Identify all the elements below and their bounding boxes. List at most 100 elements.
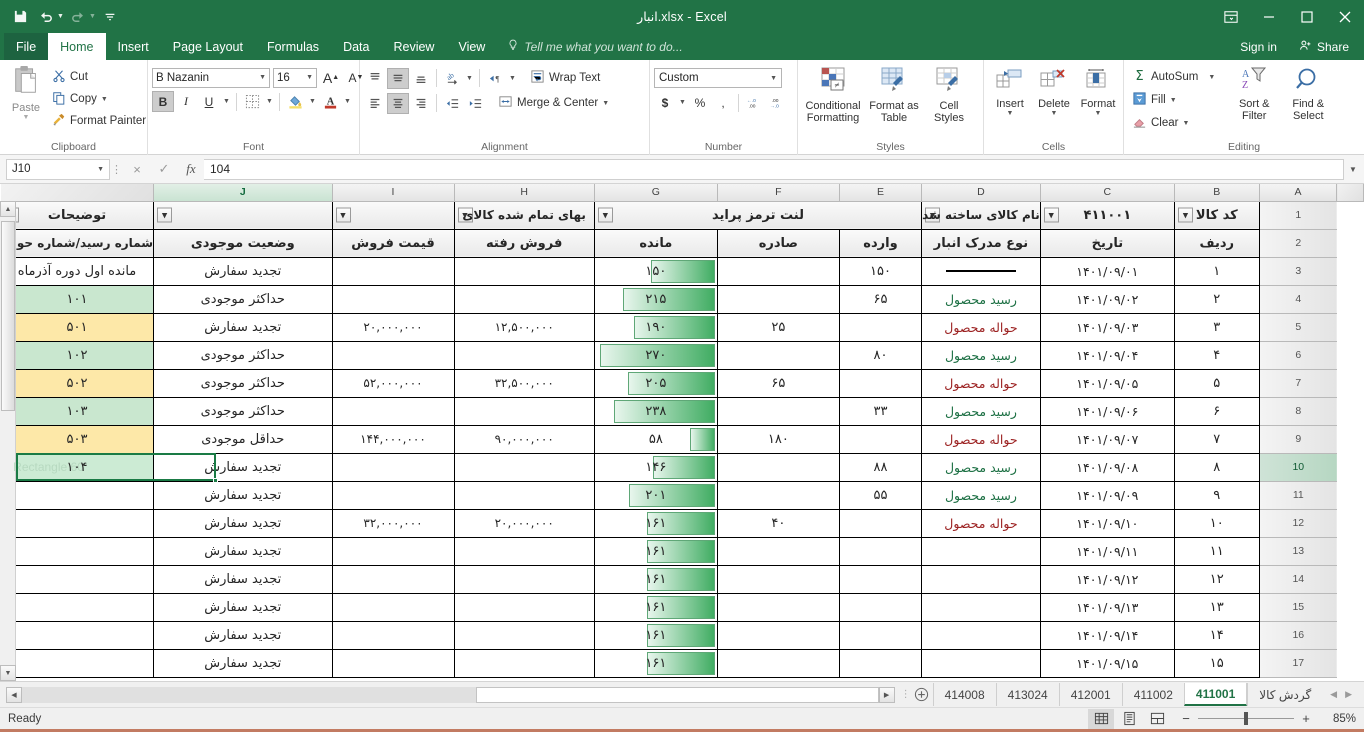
cell-E7[interactable]: ۶۵ bbox=[717, 369, 839, 397]
autosum-dropdown-icon[interactable]: ▼ bbox=[1208, 74, 1215, 81]
table-row[interactable]: تجدید سفارش۱۶۱۱۴۰۱/۰۹/۱۴۱۴16 bbox=[1, 621, 1364, 649]
cell-D17[interactable] bbox=[839, 649, 921, 677]
cell-E10[interactable] bbox=[717, 453, 839, 481]
cell-B3[interactable]: ۱۴۰۱/۰۹/۰۱ bbox=[1040, 257, 1174, 285]
cell-A8[interactable]: ۶ bbox=[1174, 397, 1259, 425]
cell-G5[interactable]: ۱۲,۵۰۰,۰۰۰ bbox=[454, 313, 594, 341]
column-header-J[interactable]: J bbox=[154, 184, 332, 201]
cell-A7[interactable]: ۵ bbox=[1174, 369, 1259, 397]
cell-D10[interactable]: ۸۸ bbox=[839, 453, 921, 481]
text-direction-dropdown-icon[interactable]: ▼ bbox=[507, 68, 518, 89]
cell-J9[interactable]: ۵۰۳ bbox=[1, 425, 154, 453]
cell-C10[interactable]: رسید محصول bbox=[922, 453, 1041, 481]
table-row[interactable]: تجدید سفارش۲۰۱۵۵رسید محصول۱۴۰۱/۰۹/۰۹۹11 bbox=[1, 481, 1364, 509]
cell-G9[interactable]: ۹۰,۰۰۰,۰۰۰ bbox=[454, 425, 594, 453]
cell-J2[interactable]: شماره رسید/شماره حواله bbox=[1, 229, 154, 257]
cell-H11[interactable] bbox=[332, 481, 454, 509]
cell-C9[interactable]: حواله محصول bbox=[922, 425, 1041, 453]
cell-D16[interactable] bbox=[839, 621, 921, 649]
cell-I8[interactable]: حداکثر موجودی bbox=[154, 397, 332, 425]
tab-formulas[interactable]: Formulas bbox=[255, 33, 331, 60]
cell-G1[interactable]: ▼ بهای تمام شده کالای bbox=[454, 201, 594, 229]
cell-A14[interactable]: ۱۲ bbox=[1174, 565, 1259, 593]
cell-B9[interactable]: ۱۴۰۱/۰۹/۰۷ bbox=[1040, 425, 1174, 453]
paste-dropdown-icon[interactable]: ▼ bbox=[23, 114, 30, 121]
cell-B1[interactable]: ▼ ۴۱۱۰۰۱ bbox=[1040, 201, 1174, 229]
cell-J14[interactable] bbox=[1, 565, 154, 593]
table-row[interactable]: ۵۰۱تجدید سفارش۲۰,۰۰۰,۰۰۰۱۲,۵۰۰,۰۰۰۱۹۰۲۵ح… bbox=[1, 313, 1364, 341]
cell-D6[interactable]: ۸۰ bbox=[839, 341, 921, 369]
cell-H2[interactable]: قیمت فروش bbox=[332, 229, 454, 257]
decrease-indent-icon[interactable] bbox=[441, 93, 463, 114]
cell-H12[interactable]: ۳۲,۰۰۰,۰۰۰ bbox=[332, 509, 454, 537]
cell-F10[interactable]: ۱۴۶ bbox=[594, 453, 717, 481]
tab-insert[interactable]: Insert bbox=[106, 33, 161, 60]
horizontal-scrollbar[interactable]: ◀ ▶ bbox=[6, 687, 895, 703]
cell-I15[interactable]: تجدید سفارش bbox=[154, 593, 332, 621]
column-header-E[interactable]: E bbox=[839, 184, 921, 201]
tab-data[interactable]: Data bbox=[331, 33, 381, 60]
cell-D5[interactable] bbox=[839, 313, 921, 341]
cell-F3[interactable]: ۱۵۰ bbox=[594, 257, 717, 285]
cell-G17[interactable] bbox=[454, 649, 594, 677]
borders-dropdown-icon[interactable]: ▼ bbox=[264, 91, 275, 112]
cell-C16[interactable] bbox=[922, 621, 1041, 649]
table-row[interactable]: ۵۰۳حداقل موجودی۱۴۴,۰۰۰,۰۰۰۹۰,۰۰۰,۰۰۰۵۸۱۸… bbox=[1, 425, 1364, 453]
row-header-11[interactable]: 11 bbox=[1259, 481, 1337, 509]
cell-D11[interactable]: ۵۵ bbox=[839, 481, 921, 509]
italic-button[interactable]: I bbox=[175, 91, 197, 112]
sheet-tab-414008[interactable]: 414008 bbox=[933, 683, 996, 706]
cell-E4[interactable] bbox=[717, 285, 839, 313]
fill-color-dropdown-icon[interactable]: ▼ bbox=[307, 91, 318, 112]
format-painter-button[interactable]: Format Painter bbox=[48, 110, 150, 132]
select-all-corner[interactable] bbox=[1, 184, 154, 201]
cell-B7[interactable]: ۱۴۰۱/۰۹/۰۵ bbox=[1040, 369, 1174, 397]
number-format-select[interactable]: Custom ▼ bbox=[654, 68, 782, 88]
cell-H9[interactable]: ۱۴۴,۰۰۰,۰۰۰ bbox=[332, 425, 454, 453]
cell-B5[interactable]: ۱۴۰۱/۰۹/۰۳ bbox=[1040, 313, 1174, 341]
row-header-13[interactable]: 13 bbox=[1259, 537, 1337, 565]
cell-B16[interactable]: ۱۴۰۱/۰۹/۱۴ bbox=[1040, 621, 1174, 649]
column-header-C[interactable]: C bbox=[1040, 184, 1174, 201]
cell-G16[interactable] bbox=[454, 621, 594, 649]
find-select-button[interactable]: Find & Select bbox=[1281, 65, 1335, 124]
cell-J4[interactable]: ۱۰۱ bbox=[1, 285, 154, 313]
share-button[interactable]: Share bbox=[1290, 39, 1358, 55]
row-header-15[interactable]: 15 bbox=[1259, 593, 1337, 621]
table-row[interactable]: ۱۰۳حداکثر موجودی۲۳۸۳۳رسید محصول۱۴۰۱/۰۹/۰… bbox=[1, 397, 1364, 425]
row-header-1r[interactable]: 1 bbox=[1259, 201, 1337, 229]
sheet-tab-413024[interactable]: 413024 bbox=[996, 683, 1059, 706]
cell-H10[interactable] bbox=[332, 453, 454, 481]
horizontal-scroll-track[interactable] bbox=[22, 687, 879, 703]
cell-E2[interactable]: صادره bbox=[717, 229, 839, 257]
fill-color-icon[interactable] bbox=[284, 91, 306, 112]
table-row[interactable]: ۱۰۲حداکثر موجودی۲۷۰۸۰رسید محصول۱۴۰۱/۰۹/۰… bbox=[1, 341, 1364, 369]
table-row[interactable]: تجدید سفارش۱۶۱۱۴۰۱/۰۹/۱۳۱۳15 bbox=[1, 593, 1364, 621]
font-name-input[interactable]: B Nazanin ▼ bbox=[152, 68, 270, 88]
cell-C7[interactable]: حواله محصول bbox=[922, 369, 1041, 397]
zoom-out-button[interactable]: − bbox=[1180, 711, 1192, 726]
cell-H15[interactable] bbox=[332, 593, 454, 621]
align-left-icon[interactable] bbox=[364, 93, 386, 114]
cell-J15[interactable] bbox=[1, 593, 154, 621]
align-middle-icon[interactable] bbox=[387, 68, 409, 89]
copy-button[interactable]: Copy ▼ bbox=[48, 88, 150, 110]
cell-F11[interactable]: ۲۰۱ bbox=[594, 481, 717, 509]
frozen-pane-vertical-scrollbar[interactable]: ▲ ▼ bbox=[0, 201, 16, 681]
bold-button[interactable]: B bbox=[152, 91, 174, 112]
row-header-16[interactable]: 16 bbox=[1259, 621, 1337, 649]
format-cells-dropdown-icon[interactable]: ▼ bbox=[1095, 110, 1102, 117]
orientation-icon[interactable]: ab bbox=[441, 68, 463, 89]
filter-icon-F[interactable]: ▼ bbox=[598, 208, 613, 223]
cell-F2[interactable]: مانده bbox=[594, 229, 717, 257]
cell-A11[interactable]: ۹ bbox=[1174, 481, 1259, 509]
cell-G3[interactable] bbox=[454, 257, 594, 285]
cell-E17[interactable] bbox=[717, 649, 839, 677]
prev-sheet-icon[interactable]: ◀ bbox=[1330, 689, 1337, 700]
formula-input[interactable]: 104 bbox=[204, 159, 1344, 180]
cell-A1[interactable]: ▼ کد کالا bbox=[1174, 201, 1259, 229]
cell-B4[interactable]: ۱۴۰۱/۰۹/۰۲ bbox=[1040, 285, 1174, 313]
clear-dropdown-icon[interactable]: ▼ bbox=[1182, 120, 1189, 127]
cell-G7[interactable]: ۳۲,۵۰۰,۰۰۰ bbox=[454, 369, 594, 397]
cell-H13[interactable] bbox=[332, 537, 454, 565]
